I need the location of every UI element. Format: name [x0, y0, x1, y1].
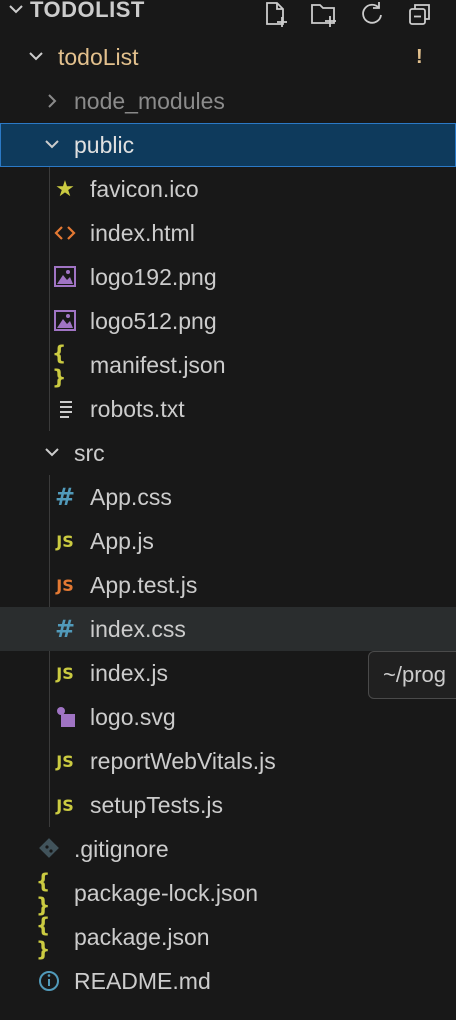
folder-public[interactable]: public [0, 123, 456, 167]
problems-badge: ! [416, 46, 423, 68]
file-label: README.md [74, 968, 211, 994]
explorer-title: TODOLIST [30, 0, 145, 22]
file-label: package-lock.json [74, 880, 259, 906]
file-label: setupTests.js [90, 792, 223, 818]
file-readme[interactable]: README.md [0, 959, 456, 1003]
folder-src[interactable]: src [0, 431, 456, 475]
html-icon [54, 226, 76, 240]
file-label: robots.txt [90, 396, 185, 422]
file-setup-tests[interactable]: JS setupTests.js [0, 783, 456, 827]
project-folder-label: todoList [58, 44, 139, 70]
text-file-icon [60, 401, 72, 418]
file-label: index.html [90, 220, 195, 246]
refresh-button[interactable] [348, 0, 396, 30]
file-label: logo512.png [90, 308, 217, 334]
file-app-js[interactable]: JS App.js [0, 519, 456, 563]
file-app-css[interactable]: # App.css [0, 475, 456, 519]
file-report-web-vitals[interactable]: JS reportWebVitals.js [0, 739, 456, 783]
refresh-icon [362, 2, 382, 24]
file-index-html[interactable]: index.html [0, 211, 456, 255]
file-label: manifest.json [90, 352, 226, 378]
chevron-down-icon [29, 52, 43, 61]
file-label: package.json [74, 924, 210, 950]
chevron-down-icon[interactable] [6, 0, 26, 26]
file-favicon[interactable]: ★ favicon.ico [0, 167, 456, 211]
new-file-icon [266, 2, 287, 27]
file-manifest[interactable]: { } manifest.json [0, 341, 456, 389]
new-folder-button[interactable] [300, 0, 348, 30]
chevron-down-icon [45, 448, 59, 457]
collapse-all-button[interactable] [396, 0, 444, 30]
folder-label: node_modules [74, 88, 225, 114]
new-folder-icon [311, 4, 336, 27]
file-label: index.js [90, 660, 168, 686]
chevron-down-icon [45, 140, 59, 149]
folder-node-modules[interactable]: node_modules [0, 79, 456, 123]
js-icon: JS [56, 663, 74, 683]
project-folder-todolist[interactable]: todoList ! [0, 35, 456, 79]
file-label: index.css [90, 616, 186, 642]
svg-icon [57, 707, 75, 727]
git-icon [39, 838, 59, 858]
file-robots[interactable]: robots.txt [0, 387, 456, 431]
image-icon [54, 266, 76, 287]
file-label: logo.svg [90, 704, 176, 730]
file-logo-svg[interactable]: logo.svg [0, 695, 456, 739]
file-label: .gitignore [74, 836, 169, 862]
file-label: logo192.png [90, 264, 217, 290]
file-label: favicon.ico [90, 176, 199, 202]
folder-label: src [74, 440, 105, 466]
image-icon [54, 310, 76, 331]
file-package-json[interactable]: { } package.json [0, 913, 456, 961]
file-index-css[interactable]: # index.css [0, 607, 456, 651]
json-icon: { } [52, 341, 67, 389]
file-label: App.css [90, 484, 172, 510]
file-package-lock[interactable]: { } package-lock.json [0, 869, 456, 917]
file-label: reportWebVitals.js [90, 748, 276, 774]
file-label: App.js [90, 528, 154, 554]
file-logo192[interactable]: logo192.png [0, 255, 456, 299]
css-icon: # [54, 483, 76, 511]
path-tooltip: ~/prog [368, 651, 456, 699]
new-file-button[interactable] [252, 0, 300, 30]
tooltip-text: ~/prog [383, 662, 446, 687]
explorer-header[interactable]: TODOLIST [0, 0, 456, 30]
js-icon: JS [56, 795, 74, 815]
folder-label: public [74, 132, 135, 158]
star-icon: ★ [55, 176, 75, 202]
js-test-icon: JS [56, 575, 74, 595]
js-icon: JS [56, 531, 74, 551]
js-icon: JS [56, 751, 74, 771]
file-gitignore[interactable]: .gitignore [0, 827, 456, 871]
chevron-right-icon [48, 94, 57, 108]
info-icon [39, 971, 59, 991]
collapse-all-icon [409, 4, 430, 25]
file-app-test-js[interactable]: JS App.test.js [0, 563, 456, 607]
json-icon: { } [36, 913, 51, 961]
css-icon: # [54, 615, 76, 643]
json-icon: { } [36, 869, 51, 917]
file-logo512[interactable]: logo512.png [0, 299, 456, 343]
file-label: App.test.js [90, 572, 198, 598]
